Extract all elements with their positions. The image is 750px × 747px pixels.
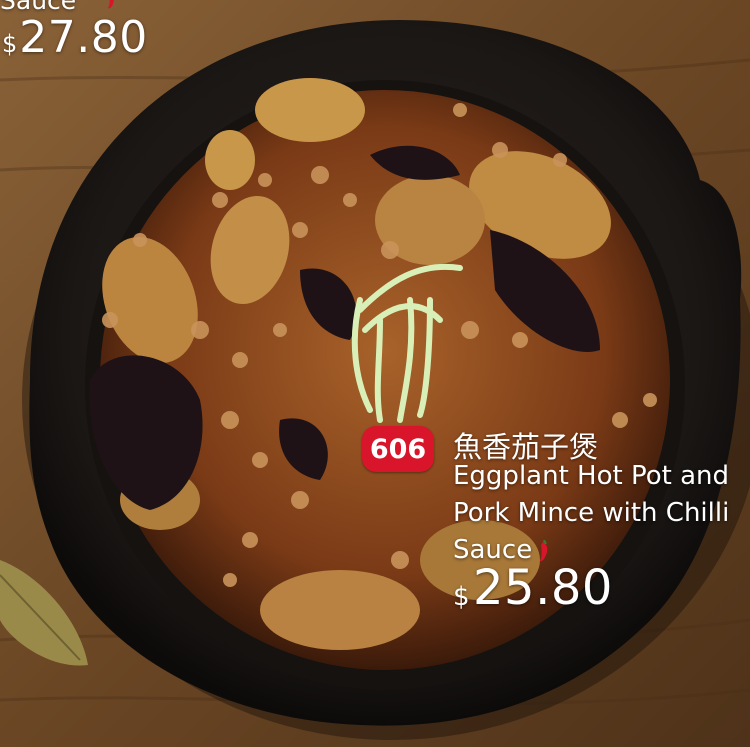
previous-item-price: $ 27.80 — [2, 12, 148, 63]
price-amount: 27.80 — [19, 12, 148, 63]
item-number-badge: 606 — [362, 426, 434, 472]
item-name-line: Eggplant Hot Pot and — [453, 461, 729, 491]
chili-pepper-icon — [108, 0, 114, 9]
item-name-line: Pork Mince with Chilli — [453, 498, 730, 528]
chili-pepper-icon — [540, 539, 548, 561]
item-price: 25.80 — [473, 560, 613, 616]
food-photo — [0, 0, 750, 747]
currency-symbol: $ — [453, 582, 470, 612]
currency-symbol: $ — [2, 30, 18, 58]
item-name-english: Eggplant Hot Pot and Pork Mince with Chi… — [453, 458, 750, 569]
